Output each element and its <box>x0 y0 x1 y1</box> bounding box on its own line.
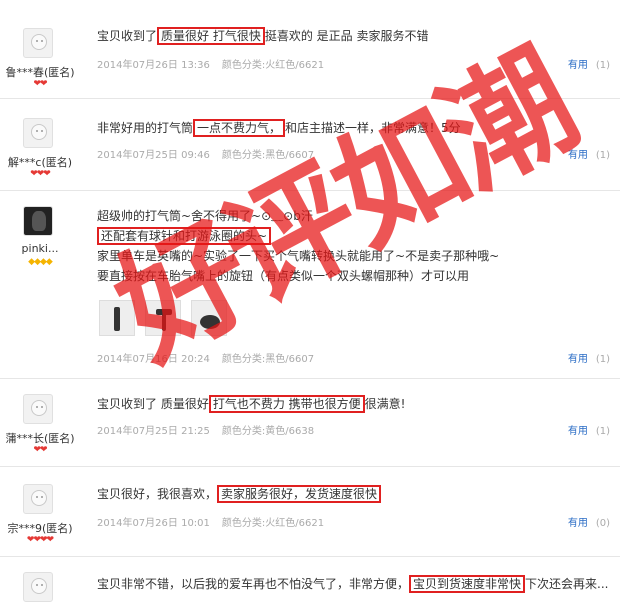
useful-count: (1) <box>595 60 610 71</box>
review-photo[interactable] <box>191 300 227 336</box>
review-meta: 2014年07月16日 20:24 颜色分类:黑色/6607 <box>97 350 326 365</box>
review-text-line: 还配套有球针和打游泳圈的头~ <box>97 226 610 246</box>
review-date: 2014年07月26日 10:01 <box>97 518 210 529</box>
review-text: 非常好用的打气筒 一点不费力气， 和店主描述一样，非常满意！5分 <box>97 119 461 137</box>
avatar[interactable] <box>23 28 53 58</box>
review-variant: 颜色分类:黑色/6607 <box>221 354 315 365</box>
review-highlight: 一点不费力气， <box>193 119 286 137</box>
review-highlight: 卖家服务很好，发货速度很快 <box>217 485 382 503</box>
review-text: 宝贝非常不错，以后我的爱车再也不怕没气了，非常方便， 宝贝到货速度非常快 下次还会再… <box>97 575 609 593</box>
review-meta: 2014年07月26日 10:01 颜色分类:火红色/6621 <box>97 514 336 529</box>
avatar[interactable] <box>23 572 53 602</box>
reviewer-level-badge: ❤❤❤ <box>30 169 51 179</box>
reviewer-level-badge: ❤❤ <box>33 79 47 89</box>
review-highlight: 宝贝到货速度非常快 <box>409 575 526 593</box>
useful-vote: 有用 (1) <box>568 146 610 161</box>
review-text: 宝贝收到了 质量很好 打气也不费力 携带也很方便 很满意! <box>97 395 406 413</box>
review-variant: 颜色分类:黄色/6638 <box>221 426 315 437</box>
review-meta: 2014年07月26日 13:36 颜色分类:火红色/6621 <box>97 56 336 71</box>
avatar[interactable] <box>23 206 53 236</box>
useful-vote: 有用 (1) <box>568 56 610 71</box>
useful-button[interactable]: 有用 <box>568 60 588 71</box>
review-item: 宗***9(匿名) ❤❤❤❤ 宝贝很好，我很喜欢， 卖家服务很好，发货速度很快 2… <box>0 466 620 557</box>
review-text-line: 要直接按在车胎气嘴上的旋钮（有点类似一个双头螺帽那种）才可以用 <box>97 269 470 283</box>
review-variant: 颜色分类:火红色/6621 <box>221 518 325 529</box>
useful-button[interactable]: 有用 <box>568 150 588 161</box>
avatar[interactable] <box>23 118 53 148</box>
reviewer-name[interactable]: 解***c(匿名) <box>0 154 80 170</box>
review-meta: 2014年07月25日 21:25 颜色分类:黄色/6638 <box>97 422 326 437</box>
review-text-line: 家里单车是英嘴的~实验了一下买个气嘴转换头就能用了~不是卖子那种哦~ <box>97 249 500 263</box>
useful-count: (1) <box>595 150 610 161</box>
useful-vote: 有用 (1) <box>568 350 610 365</box>
review-text: 宝贝很好，我很喜欢， 卖家服务很好，发货速度很快 <box>97 484 610 504</box>
review-highlight: 打气也不费力 携带也很方便 <box>208 395 365 413</box>
reviewer-name[interactable]: pinki... <box>0 242 80 255</box>
useful-vote: 有用 (0) <box>568 514 610 529</box>
review-photo[interactable] <box>145 300 181 336</box>
review-text: 宝贝收到了 质量很好 打气很快 挺喜欢的 是正品 卖家服务不错 <box>97 27 429 45</box>
reviewer-level-badge: ❤❤❤❤ <box>26 535 54 545</box>
review-date: 2014年07月25日 09:46 <box>97 150 210 161</box>
review-variant: 颜色分类:火红色/6621 <box>221 60 325 71</box>
avatar[interactable] <box>23 394 53 424</box>
review-item: 蒲***长(匿名) ❤❤ 宝贝收到了 质量很好 打气也不费力 携带也很方便 很满意!… <box>0 378 620 467</box>
useful-vote: 有用 (1) <box>568 422 610 437</box>
useful-button[interactable]: 有用 <box>568 354 588 365</box>
useful-count: (1) <box>595 426 610 437</box>
review-variant: 颜色分类:黑色/6607 <box>221 150 315 161</box>
review-date: 2014年07月16日 20:24 <box>97 354 210 365</box>
review-date: 2014年07月25日 21:25 <box>97 426 210 437</box>
useful-count: (0) <box>595 518 610 529</box>
review-item: 解***c(匿名) ❤❤❤ 非常好用的打气筒 一点不费力气， 和店主描述一样，非常满… <box>0 98 620 191</box>
review-item: 宝贝非常不错，以后我的爱车再也不怕没气了，非常方便， 宝贝到货速度非常快 下次还会再… <box>0 556 620 602</box>
reviewer-name[interactable]: 鲁***春(匿名) <box>0 64 80 80</box>
review-highlight: 还配套有球针和打游泳圈的头~ <box>97 227 272 245</box>
review-text-line: 超级帅的打气筒~舍不得用了~⊙﹏⊙b汗 <box>97 209 313 223</box>
review-photo[interactable] <box>99 300 135 336</box>
reviewer-level-badge: ◆◆◆◆ <box>28 257 53 267</box>
useful-button[interactable]: 有用 <box>568 426 588 437</box>
review-meta: 2014年07月25日 09:46 颜色分类:黑色/6607 <box>97 146 326 161</box>
reviewer-name[interactable]: 蒲***长(匿名) <box>0 430 80 446</box>
avatar[interactable] <box>23 484 53 514</box>
useful-button[interactable]: 有用 <box>568 518 588 529</box>
review-item: 鲁***春(匿名) ❤❤ 宝贝收到了 质量很好 打气很快 挺喜欢的 是正品 卖家服务… <box>0 0 620 99</box>
reviewer-name[interactable]: 宗***9(匿名) <box>0 520 80 536</box>
review-date: 2014年07月26日 13:36 <box>97 60 210 71</box>
useful-count: (1) <box>595 354 610 365</box>
review-highlight: 质量很好 打气很快 <box>157 27 265 45</box>
review-item: pinki... ◆◆◆◆ 超级帅的打气筒~舍不得用了~⊙﹏⊙b汗 还配套有球针… <box>0 190 620 379</box>
reviewer-level-badge: ❤❤ <box>33 445 47 455</box>
